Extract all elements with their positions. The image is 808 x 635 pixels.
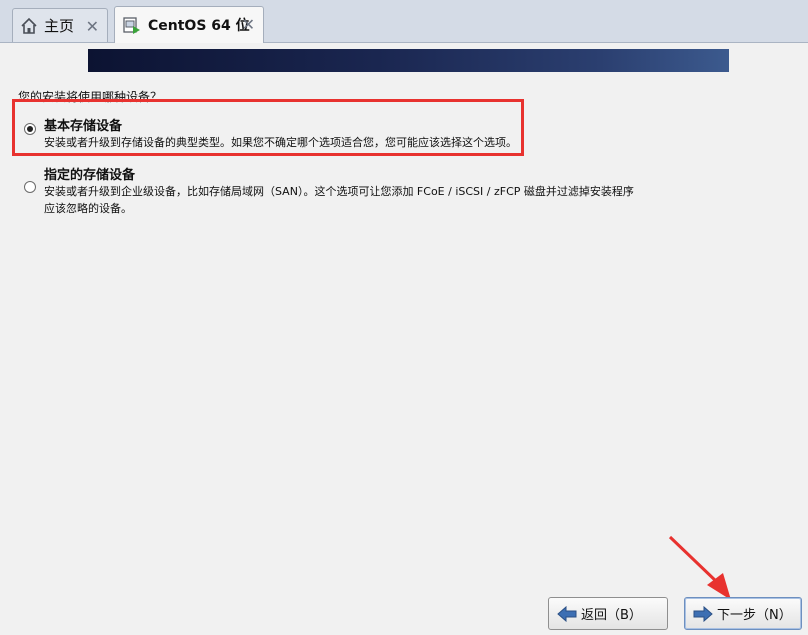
close-icon[interactable]: ✕ [86, 17, 99, 36]
next-button[interactable]: 下一步（N） [684, 597, 802, 630]
highlight-box [12, 99, 524, 156]
option-description-line: 安装或者升级到企业级设备，比如存储局域网（SAN）。这个选项可让您添加 FCoE… [44, 185, 634, 198]
option-title: 指定的存储设备 [44, 168, 136, 183]
tab-centos[interactable]: CentOS 64 位 ✕ [114, 6, 264, 43]
back-button[interactable]: 返回（B） [548, 597, 668, 630]
arrow-left-icon [557, 605, 577, 622]
installer-banner [88, 49, 729, 72]
option-description: 安装或者升级到企业级设备，比如存储局域网（SAN）。这个选项可让您添加 FCoE… [44, 183, 634, 217]
next-button-label: 下一步（N） [717, 608, 792, 623]
arrow-right-icon [693, 605, 713, 622]
close-icon[interactable]: ✕ [242, 15, 255, 34]
tab-centos-label: CentOS 64 位 [148, 18, 250, 34]
tab-home[interactable]: 主页 ✕ [12, 8, 108, 42]
back-button-label: 返回（B） [581, 608, 642, 623]
option-description-line: 应该忽略的设备。 [44, 202, 132, 215]
radio-specialized-storage[interactable] [24, 181, 36, 193]
home-icon [20, 17, 38, 35]
tab-bar: 主页 ✕ CentOS 64 位 ✕ [0, 0, 808, 43]
tab-home-label: 主页 [44, 17, 75, 35]
vm-icon [122, 15, 142, 35]
